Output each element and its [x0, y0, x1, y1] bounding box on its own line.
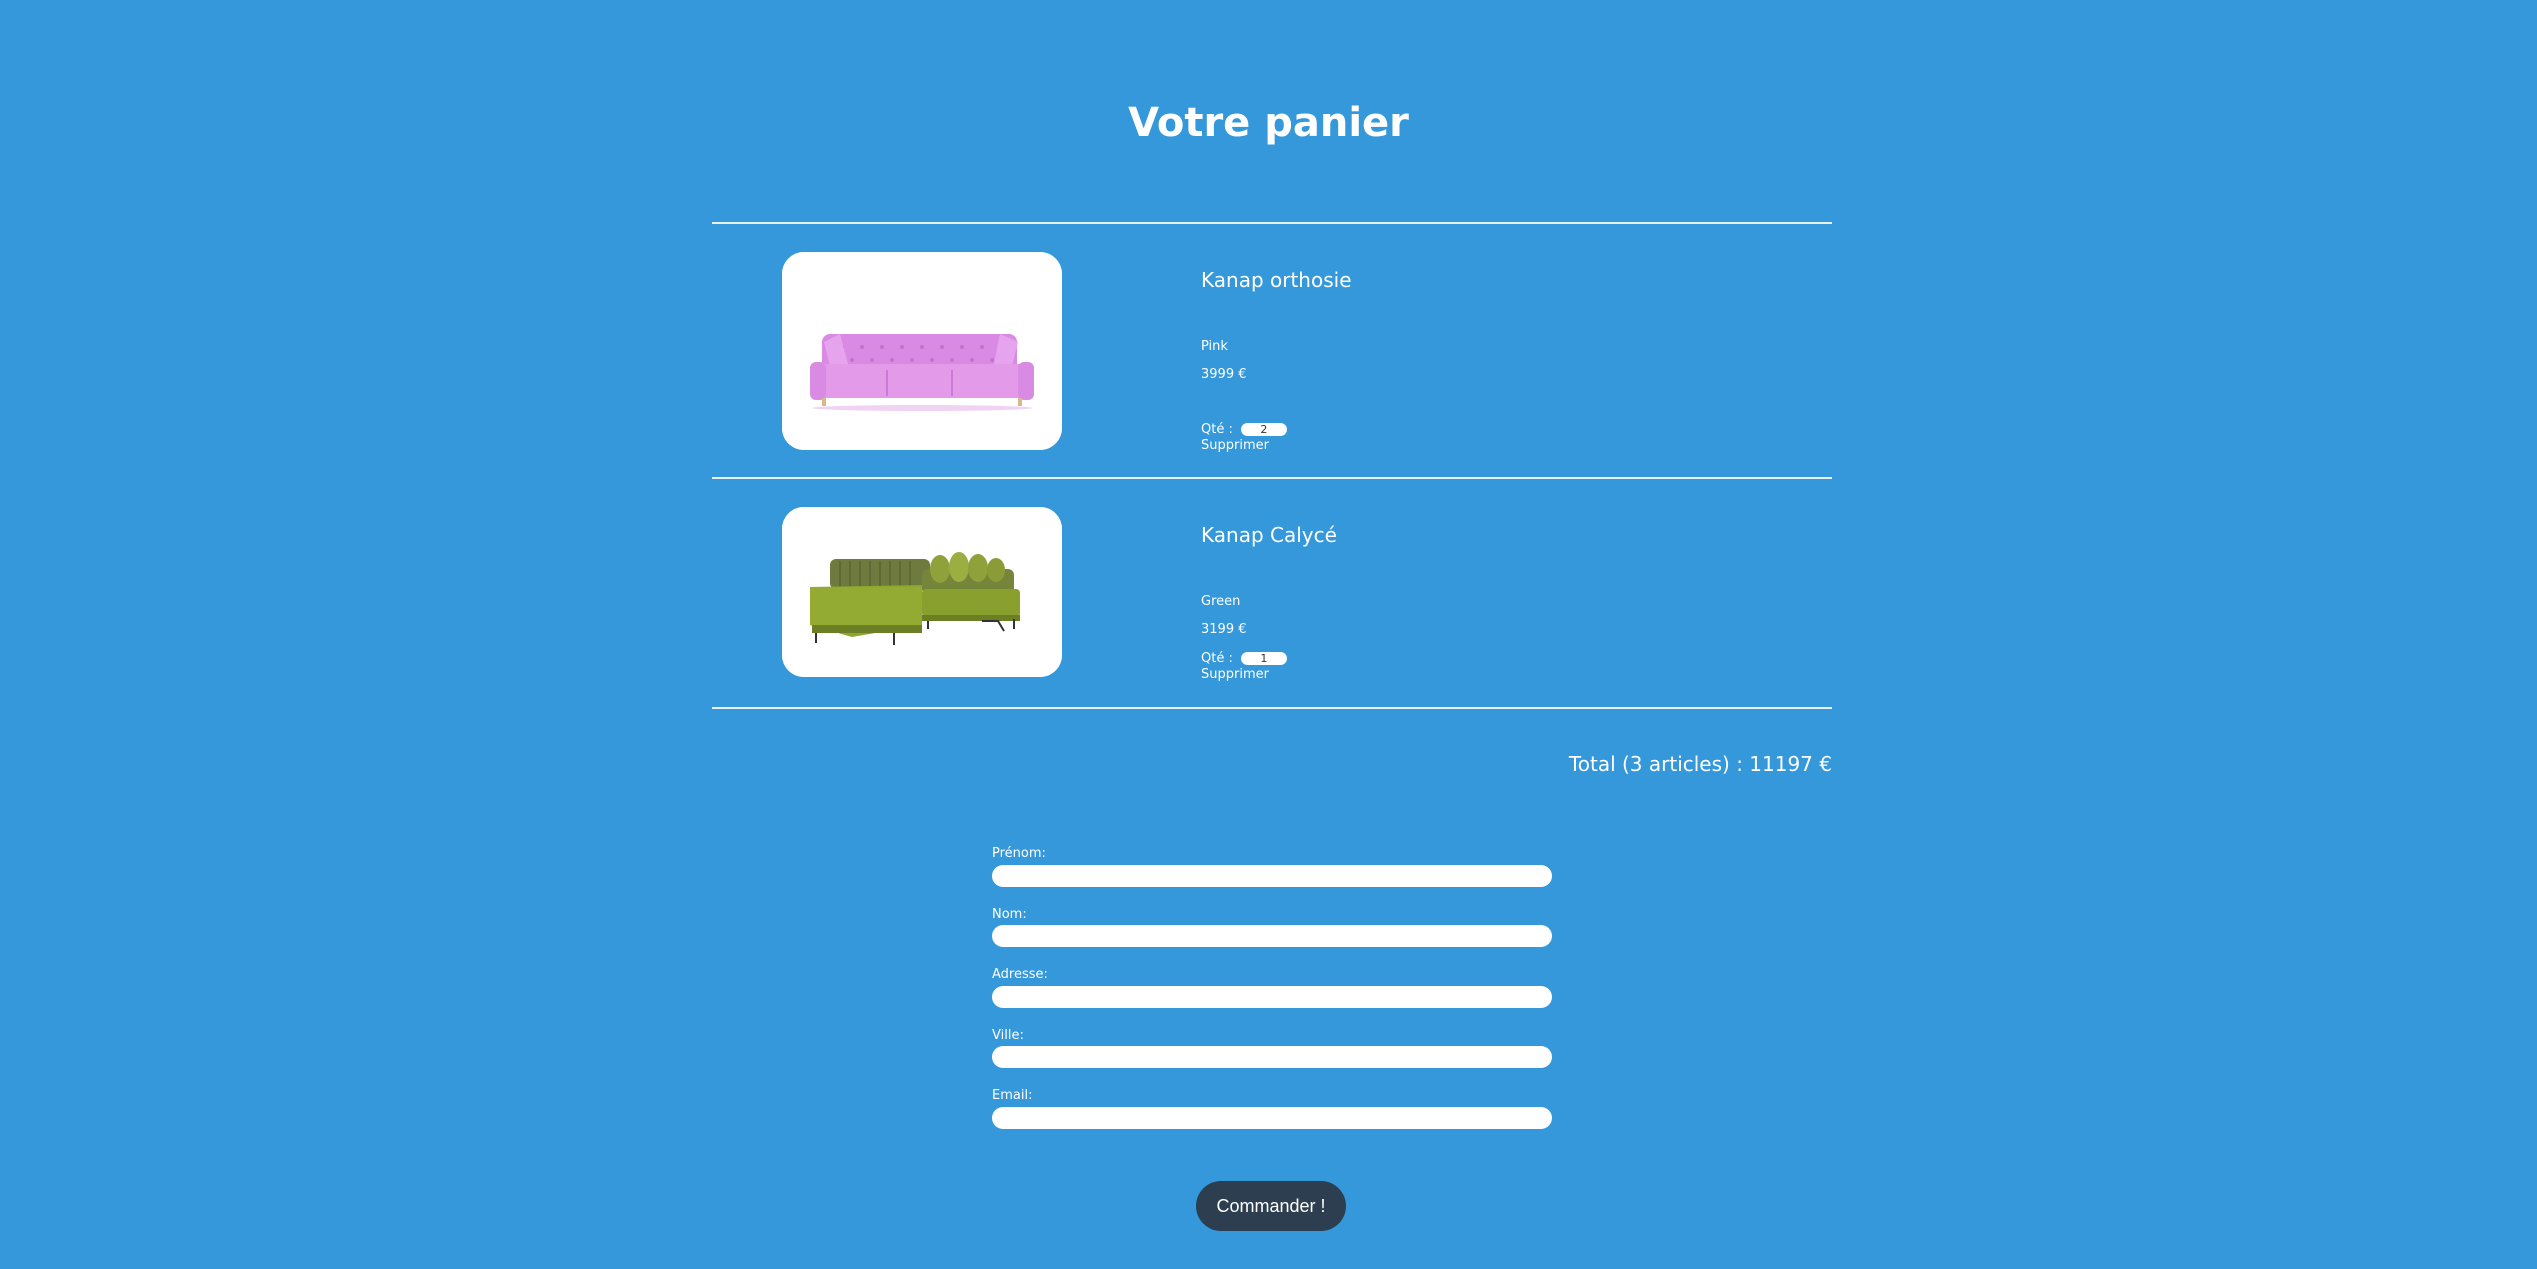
item-name: Kanap orthosie	[1201, 268, 1352, 292]
delete-item-button[interactable]: Supprimer	[1201, 438, 1269, 453]
last-name-label: Nom:	[992, 907, 1027, 922]
divider	[712, 477, 1832, 479]
divider	[712, 707, 1832, 709]
address-label: Adresse:	[992, 967, 1048, 982]
page-title: Votre panier	[1128, 100, 1409, 146]
email-label: Email:	[992, 1088, 1033, 1103]
order-button[interactable]: Commander !	[1196, 1181, 1346, 1231]
item-color: Pink	[1201, 339, 1228, 354]
quantity-label: Qté :	[1201, 422, 1233, 437]
cart-total: Total (3 articles) : 11197 €	[1568, 752, 1832, 776]
first-name-label: Prénom:	[992, 846, 1046, 861]
product-image-pink-sofa	[782, 252, 1062, 450]
quantity-input[interactable]	[1240, 652, 1287, 665]
quantity-row: Qté :	[1201, 651, 1287, 666]
product-image-green-sofa	[782, 507, 1062, 677]
item-price: 3999 €	[1201, 367, 1247, 382]
item-price: 3199 €	[1201, 622, 1247, 637]
quantity-label: Qté :	[1201, 651, 1233, 666]
item-color: Green	[1201, 594, 1241, 609]
email-input[interactable]	[992, 1107, 1552, 1129]
quantity-input[interactable]	[1240, 423, 1287, 436]
city-input[interactable]	[992, 1046, 1552, 1068]
city-label: Ville:	[992, 1028, 1024, 1043]
divider	[712, 222, 1832, 224]
first-name-input[interactable]	[992, 865, 1552, 887]
quantity-row: Qté :	[1201, 422, 1287, 437]
address-input[interactable]	[992, 986, 1552, 1008]
item-name: Kanap Calycé	[1201, 523, 1337, 547]
last-name-input[interactable]	[992, 925, 1552, 947]
delete-item-button[interactable]: Supprimer	[1201, 667, 1269, 682]
